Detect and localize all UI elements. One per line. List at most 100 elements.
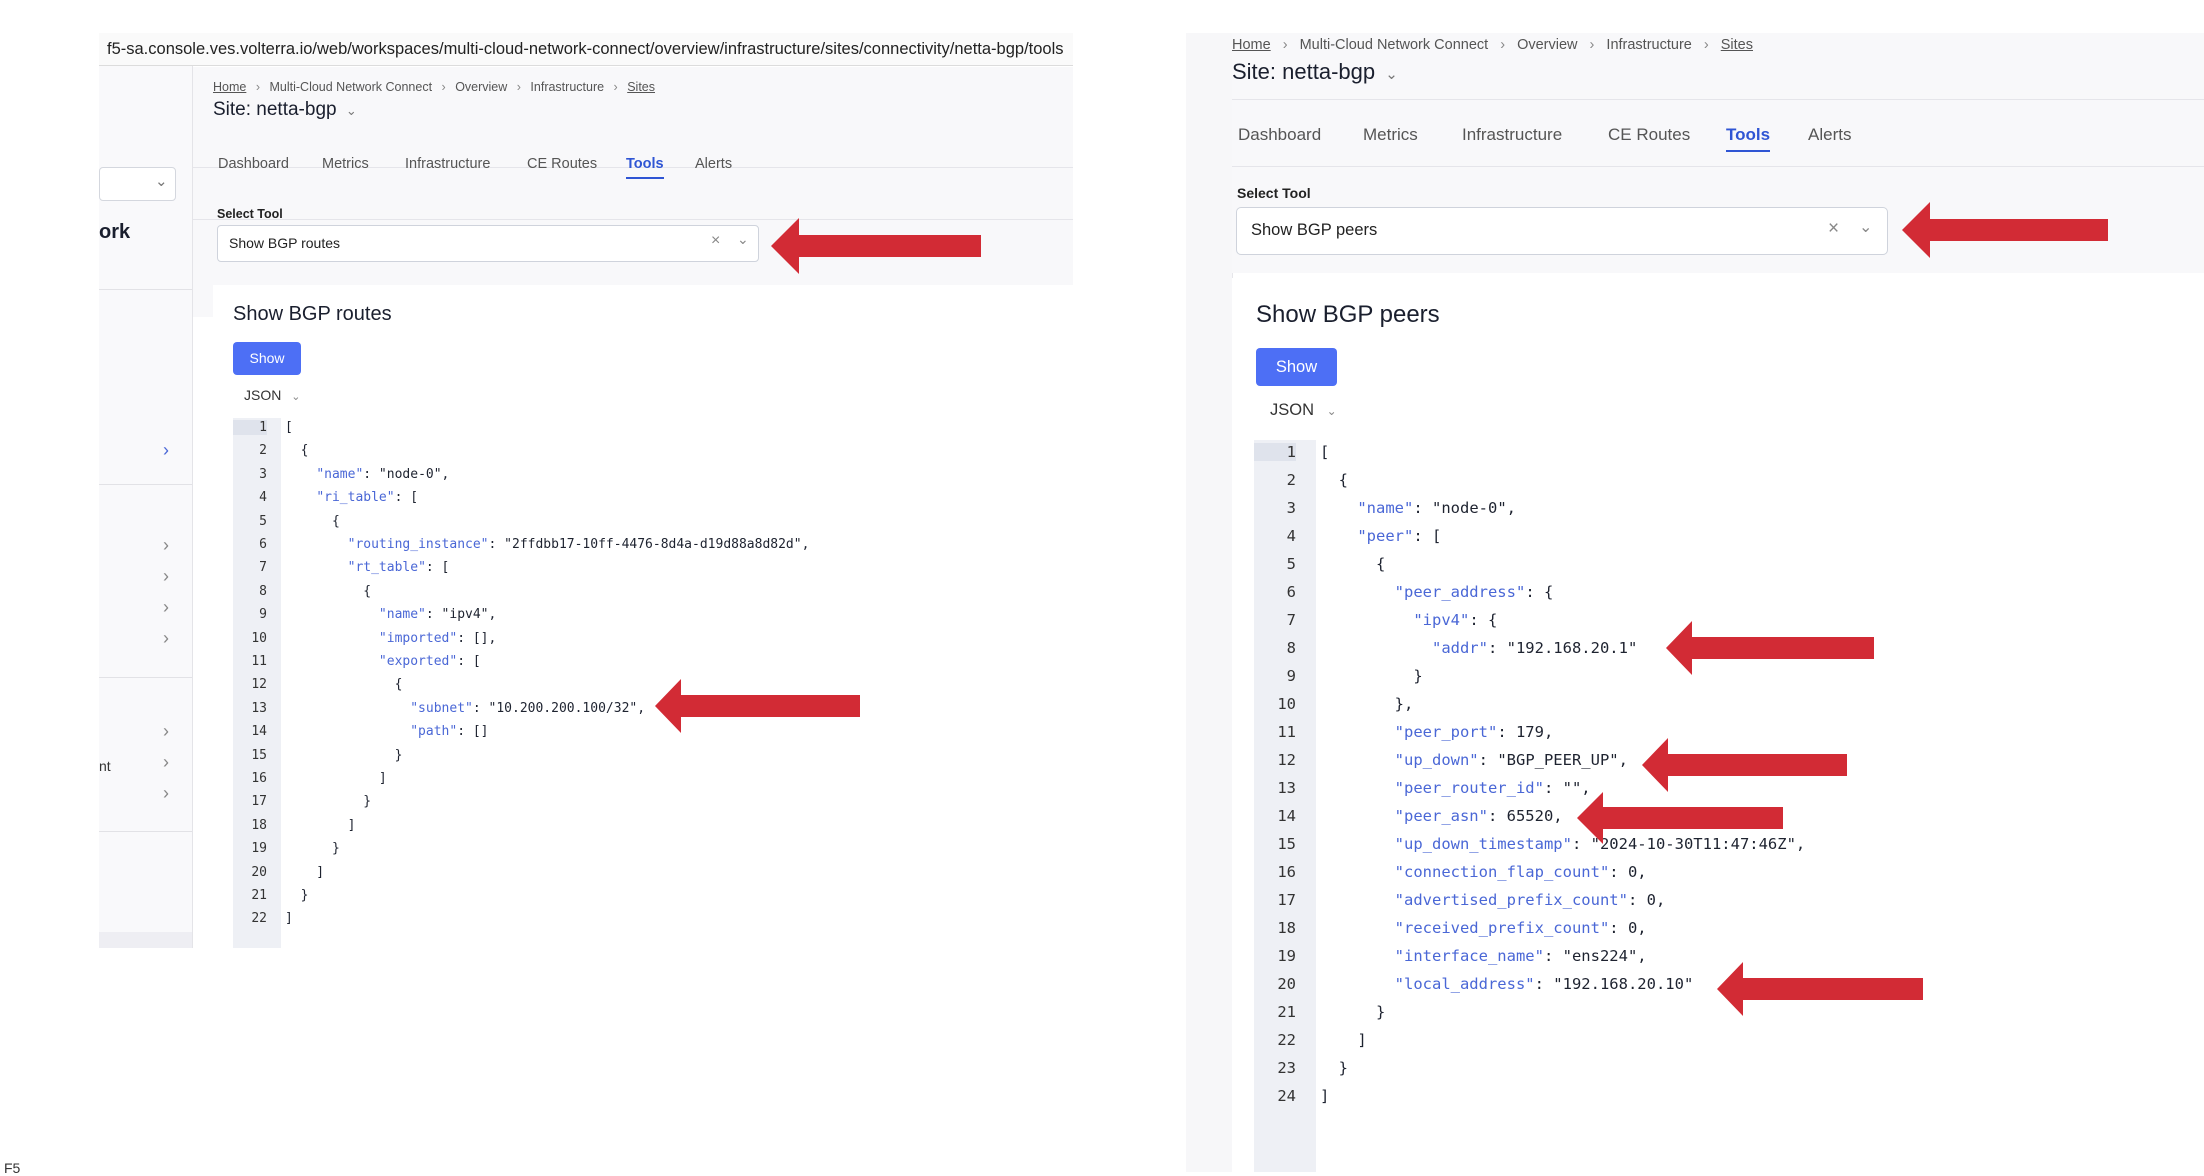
line-number: 22 bbox=[1277, 1031, 1296, 1049]
chevron-right-icon[interactable]: › bbox=[163, 783, 169, 804]
select-tool-dropdown[interactable]: Show BGP peers × ⌄ bbox=[1236, 207, 1888, 255]
tab-alerts[interactable]: Alerts bbox=[1808, 125, 1851, 145]
code-line: [ bbox=[1320, 443, 1330, 461]
sidebar-divider bbox=[99, 289, 192, 290]
sidebar: ⌄ ork › › › › › › nt › › bbox=[99, 66, 193, 948]
code-line: } bbox=[1320, 1003, 1386, 1021]
chevron-right-icon[interactable]: › bbox=[163, 566, 169, 587]
code-line: } bbox=[1320, 1059, 1348, 1077]
sidebar-edge bbox=[1186, 33, 1233, 1172]
code-line: { bbox=[285, 443, 309, 459]
code-line: { bbox=[285, 513, 340, 529]
code-line: ] bbox=[285, 817, 356, 833]
line-number: 8 bbox=[1286, 639, 1296, 657]
show-button[interactable]: Show bbox=[233, 342, 301, 375]
card-title: Show BGP routes bbox=[233, 303, 392, 325]
format-select[interactable]: JSON ⌄ bbox=[244, 387, 300, 403]
tab-infrastructure[interactable]: Infrastructure bbox=[405, 156, 490, 172]
browser-url-bar[interactable]: f5-sa.console.ves.volterra.io/web/worksp… bbox=[99, 33, 1073, 66]
chevron-right-icon: › bbox=[613, 80, 618, 94]
line-number: 17 bbox=[1277, 891, 1296, 909]
breadcrumb-overview[interactable]: Overview bbox=[455, 80, 507, 94]
chevron-right-icon[interactable]: › bbox=[163, 440, 169, 461]
line-number: 5 bbox=[1286, 555, 1296, 573]
line-number: 13 bbox=[1277, 779, 1296, 797]
code-line: } bbox=[1320, 667, 1423, 685]
code-line: "peer_address": { bbox=[1394, 583, 1554, 601]
tab-infrastructure[interactable]: Infrastructure bbox=[1462, 125, 1562, 145]
code-line: "ri_table": [ bbox=[316, 490, 419, 506]
tab-tools[interactable]: Tools bbox=[626, 156, 664, 179]
line-number: 18 bbox=[1277, 919, 1296, 937]
chevron-down-icon[interactable]: ⌄ bbox=[737, 231, 749, 248]
chevron-right-icon[interactable]: › bbox=[163, 535, 169, 556]
code-line: }, bbox=[1320, 695, 1414, 713]
chevron-down-icon[interactable]: ⌄ bbox=[1859, 217, 1872, 237]
breadcrumb-infrastructure[interactable]: Infrastructure bbox=[1606, 37, 1691, 53]
page-title: Site: netta-bgp ⌄ bbox=[213, 99, 357, 121]
chevron-down-icon[interactable]: ⌄ bbox=[346, 103, 357, 118]
code-line: "name": "node-0", bbox=[1357, 499, 1516, 517]
tab-alerts[interactable]: Alerts bbox=[695, 156, 732, 172]
select-tool-dropdown[interactable]: Show BGP routes × ⌄ bbox=[217, 225, 759, 262]
clear-icon[interactable]: × bbox=[1828, 218, 1839, 240]
line-number: 20 bbox=[251, 864, 267, 880]
sidebar-divider bbox=[99, 677, 192, 678]
code-line: "peer_port": 179, bbox=[1394, 723, 1554, 741]
format-value: JSON bbox=[1270, 401, 1315, 419]
code-line: ] bbox=[285, 771, 387, 786]
code-line: { bbox=[285, 677, 403, 693]
tab-dashboard[interactable]: Dashboard bbox=[1238, 125, 1321, 145]
chevron-right-icon: › bbox=[1500, 37, 1506, 53]
code-line: { bbox=[1320, 471, 1348, 489]
clear-icon[interactable]: × bbox=[711, 232, 720, 250]
format-select[interactable]: JSON ⌄ bbox=[1270, 401, 1337, 420]
breadcrumb-mcnc[interactable]: Multi-Cloud Network Connect bbox=[1300, 37, 1489, 53]
tab-ce-routes[interactable]: CE Routes bbox=[527, 156, 597, 172]
chevron-right-icon: › bbox=[441, 80, 446, 94]
line-number: 5 bbox=[259, 513, 267, 529]
chevron-right-icon: › bbox=[255, 80, 260, 94]
sidebar-item-fragment[interactable]: nt bbox=[99, 758, 111, 774]
chevron-right-icon[interactable]: › bbox=[163, 628, 169, 649]
code-line: { bbox=[285, 583, 372, 599]
chevron-down-icon[interactable]: ⌄ bbox=[1385, 66, 1398, 83]
header-divider bbox=[1232, 99, 2204, 100]
arrow-icon bbox=[1717, 962, 1923, 1016]
chevron-right-icon: › bbox=[1589, 37, 1595, 53]
breadcrumb-infrastructure[interactable]: Infrastructure bbox=[530, 80, 604, 94]
line-number: 20 bbox=[1277, 975, 1296, 993]
breadcrumb-home[interactable]: Home bbox=[213, 80, 246, 94]
line-number: 19 bbox=[1277, 947, 1296, 965]
tab-metrics[interactable]: Metrics bbox=[1363, 125, 1418, 145]
line-number: 2 bbox=[259, 443, 267, 459]
footer-fragment: F5 bbox=[4, 1160, 21, 1176]
breadcrumb-home[interactable]: Home bbox=[1232, 37, 1271, 53]
breadcrumb-sites[interactable]: Sites bbox=[627, 80, 655, 94]
tab-dashboard[interactable]: Dashboard bbox=[218, 156, 289, 172]
code-line: "peer": [ bbox=[1357, 527, 1442, 545]
select-tool-value: Show BGP peers bbox=[1251, 221, 1378, 239]
code-line: ] bbox=[285, 864, 325, 880]
breadcrumb-overview[interactable]: Overview bbox=[1517, 37, 1577, 53]
breadcrumb-mcnc[interactable]: Multi-Cloud Network Connect bbox=[269, 80, 432, 94]
line-number: 10 bbox=[1277, 695, 1296, 713]
tab-ce-routes[interactable]: CE Routes bbox=[1608, 125, 1690, 145]
line-number: 10 bbox=[251, 630, 267, 646]
select-tool-value: Show BGP routes bbox=[229, 235, 341, 251]
code-line: "exported": [ bbox=[378, 654, 481, 669]
select-tool-label: Select Tool bbox=[1237, 185, 1311, 201]
format-value: JSON bbox=[244, 387, 282, 403]
line-number: 15 bbox=[1277, 835, 1296, 853]
breadcrumb-sites[interactable]: Sites bbox=[1721, 37, 1753, 53]
tab-tools[interactable]: Tools bbox=[1726, 125, 1771, 152]
show-button[interactable]: Show bbox=[1256, 348, 1337, 386]
code-line: "name": "node-0", bbox=[316, 466, 450, 482]
code-line: "connection_flap_count": 0, bbox=[1394, 863, 1647, 881]
tab-metrics[interactable]: Metrics bbox=[322, 156, 369, 172]
chevron-right-icon[interactable]: › bbox=[163, 752, 169, 773]
line-number: 9 bbox=[259, 607, 267, 623]
chevron-right-icon: › bbox=[1282, 37, 1288, 53]
chevron-right-icon[interactable]: › bbox=[163, 597, 169, 618]
chevron-right-icon[interactable]: › bbox=[163, 721, 169, 742]
